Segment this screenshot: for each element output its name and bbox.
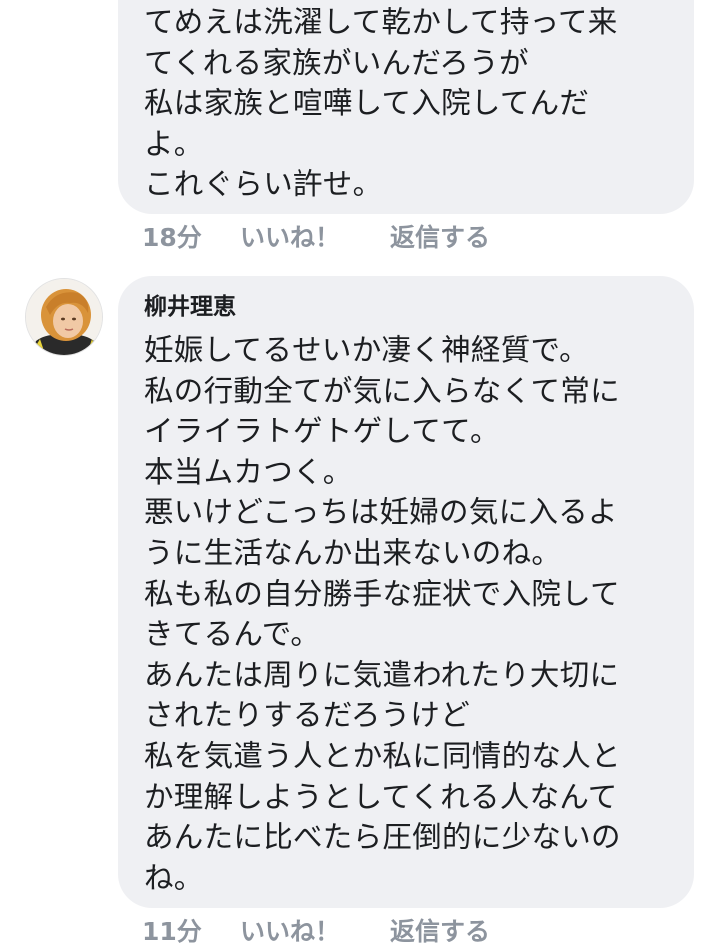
comment-text-line: 妊娠してるせいか凄く神経質で。 bbox=[144, 333, 589, 367]
comment-actions: 11分 いいね！ 返信する bbox=[142, 912, 490, 945]
comment-timestamp: 11分 bbox=[142, 917, 202, 945]
comment-thread: てめえは洗濯して乾かして持って来 てくれる家族がいんだろうが 私は家族と喧嘩して… bbox=[0, 0, 720, 945]
comment-text-line: きてるんで。 bbox=[144, 617, 321, 652]
comment-bubble: 柳井理恵 妊娠してるせいか凄く神経質で。 私の行動全てが気に入らなくて常に イラ… bbox=[118, 276, 694, 908]
reply-button[interactable]: 返信する bbox=[390, 218, 490, 254]
avatar-image bbox=[26, 279, 102, 355]
comment-text-line: これぐらい許せ。 bbox=[144, 167, 383, 202]
comment-timestamp: 18分 bbox=[142, 223, 202, 252]
reply-button[interactable]: 返信する bbox=[390, 912, 490, 945]
comment-text-line: されたりするだろうけど bbox=[144, 698, 471, 733]
comment-text-line: 私の行動全てが気に入らなくて常に bbox=[144, 373, 620, 408]
comment-text-line: 私も私の自分勝手な症状で入院して bbox=[144, 576, 620, 611]
comment-text-line: ね。 bbox=[144, 860, 204, 895]
comment-text-line: か理解しようとしてくれる人なんて bbox=[144, 779, 618, 814]
comment-text-line: あんたは周りに気遣われたり大切に bbox=[144, 657, 620, 692]
comment-author-name[interactable]: 柳井理恵 bbox=[144, 292, 682, 322]
avatar[interactable] bbox=[25, 278, 103, 356]
comment-text-line: あんたに比べたら圧倒的に少ないの bbox=[144, 820, 621, 855]
comment-text-line: 悪いけどこっちは妊婦の気に入るよ bbox=[144, 495, 618, 530]
comment-text-line: 本当ムカつく。 bbox=[144, 454, 353, 489]
comment-text-line: よ。 bbox=[144, 126, 204, 161]
comment-text-line: イライラトゲトゲしてて。 bbox=[144, 414, 500, 449]
comment-text-line: うに生活なんか出来ないのね。 bbox=[144, 535, 562, 570]
comment-text-line: てめえは洗濯して乾かして持って来 bbox=[144, 5, 618, 39]
comment-actions: 18分 いいね！ 返信する bbox=[142, 218, 490, 254]
like-button[interactable]: いいね！ bbox=[240, 218, 390, 254]
comment-text-line: てくれる家族がいんだろうが bbox=[144, 45, 529, 80]
like-button[interactable]: いいね！ bbox=[240, 912, 390, 945]
comment-text-line: 私を気遣う人とか私に同情的な人と bbox=[144, 738, 621, 773]
comment-text-line: 私は家族と喧嘩して入院してんだ bbox=[144, 86, 590, 121]
comment-bubble: てめえは洗濯して乾かして持って来 てくれる家族がいんだろうが 私は家族と喧嘩して… bbox=[118, 0, 694, 214]
